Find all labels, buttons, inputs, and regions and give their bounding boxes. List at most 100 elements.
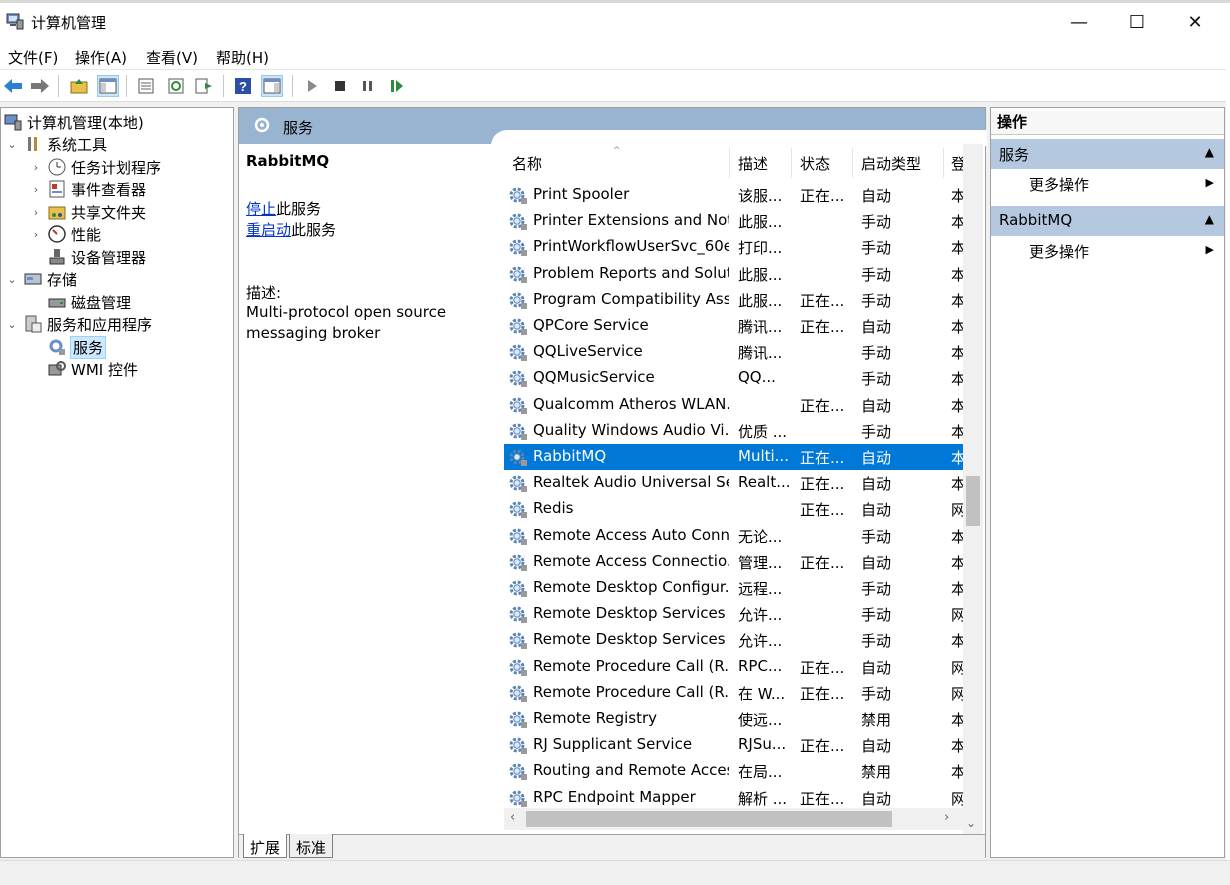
menu-file[interactable]: 文件(F)	[8, 47, 58, 68]
tab-standard[interactable]: 标准	[289, 834, 334, 858]
tree-event-viewer[interactable]: › 事件查看器	[29, 178, 146, 200]
collapse-up-icon[interactable]: ▲	[1205, 145, 1214, 159]
stop-service-icon[interactable]	[329, 75, 351, 97]
restart-service-icon[interactable]	[386, 75, 408, 97]
tree-device-manager[interactable]: 设备管理器	[47, 246, 146, 268]
column-divider[interactable]	[852, 148, 853, 178]
collapse-icon[interactable]: ⌄	[5, 273, 19, 286]
more-actions-services[interactable]: 更多操作	[1029, 174, 1089, 195]
column-divider[interactable]	[729, 148, 730, 178]
horizontal-scrollbar[interactable]: ‹ ›	[504, 808, 964, 830]
restart-service-link[interactable]: 重启动	[246, 221, 291, 239]
close-button[interactable]: ✕	[1166, 0, 1224, 44]
service-row[interactable]: PrintWorkflowUserSvc_60e... 打印... 手动本	[504, 234, 965, 260]
more-actions-rabbitmq[interactable]: 更多操作	[1029, 241, 1089, 262]
action-section-services[interactable]: 服务 ▲	[991, 139, 1224, 169]
service-row[interactable]: RabbitMQ Multi... 正在... 自动本	[504, 444, 965, 470]
service-row[interactable]: Realtek Audio Universal Se... Realt... 正在.…	[504, 470, 965, 496]
service-name: QQLiveService	[533, 342, 643, 361]
service-row[interactable]: Qualcomm Atheros WLAN... 正在... 自动本	[504, 392, 965, 418]
up-folder-icon[interactable]	[68, 75, 90, 97]
expand-icon[interactable]: ›	[29, 206, 43, 219]
stop-service-link[interactable]: 停止	[246, 200, 276, 218]
menu-view[interactable]: 查看(V)	[146, 47, 198, 68]
service-description: RJSu...	[738, 735, 787, 754]
export-list-icon[interactable]	[193, 75, 215, 97]
column-divider[interactable]	[943, 148, 944, 178]
vertical-scroll-thumb[interactable]	[966, 476, 980, 526]
service-row[interactable]: Remote Desktop Services ... 允许... 手动本	[504, 627, 965, 653]
toolbar-separator	[126, 75, 127, 97]
service-row[interactable]: Remote Registry 使远... 禁用本	[504, 706, 965, 732]
forward-arrow-icon[interactable]	[29, 75, 51, 97]
collapse-icon[interactable]: ⌄	[5, 138, 19, 151]
submenu-arrow-icon[interactable]: ▶	[1206, 243, 1214, 256]
service-row[interactable]: Remote Procedure Call (R... RPC... 正在... 自动…	[504, 654, 965, 680]
minimize-button[interactable]: —	[1050, 0, 1108, 44]
submenu-arrow-icon[interactable]: ▶	[1206, 176, 1214, 189]
service-row[interactable]: Problem Reports and Solut... 此服... 手动本	[504, 261, 965, 287]
service-startup-type: 手动	[861, 370, 892, 389]
service-row[interactable]: Remote Procedure Call (R... 在 W... 正在... 手动…	[504, 680, 965, 706]
service-row[interactable]: Routing and Remote Access 在局... 禁用本	[504, 758, 965, 784]
show-hide-tree-icon[interactable]	[97, 75, 119, 97]
tree-task-scheduler[interactable]: › 任务计划程序	[29, 156, 161, 178]
menu-action[interactable]: 操作(A)	[75, 47, 127, 68]
tree-services[interactable]: 服务	[47, 335, 107, 359]
scroll-left-icon[interactable]: ‹	[510, 810, 515, 825]
expand-icon[interactable]: ›	[29, 161, 43, 174]
expand-icon[interactable]: ›	[29, 228, 43, 241]
service-row[interactable]: RJ Supplicant Service RJSu... 正在... 自动本	[504, 732, 965, 758]
service-row[interactable]: Remote Desktop Services 允许... 手动网	[504, 601, 965, 627]
service-row[interactable]: RPC Endpoint Mapper 解析 ... 正在... 自动网	[504, 785, 965, 811]
service-name: Remote Access Auto Conn...	[533, 525, 729, 544]
service-startup-type: 手动	[861, 632, 892, 651]
help-icon[interactable]: ?	[232, 75, 254, 97]
horizontal-scroll-thumb[interactable]	[526, 811, 892, 827]
service-row[interactable]: Program Compatibility Assi... 此服... 正在... 手…	[504, 287, 965, 313]
action-section-rabbitmq[interactable]: RabbitMQ ▲	[991, 206, 1224, 236]
vertical-scrollbar[interactable]: ⌄	[963, 144, 983, 834]
tree-services-apps[interactable]: ⌄ 服务和应用程序	[5, 313, 152, 335]
properties-icon[interactable]	[135, 75, 157, 97]
service-row[interactable]: QQLiveService 腾讯... 手动本	[504, 339, 965, 365]
collapse-up-icon[interactable]: ▲	[1205, 212, 1214, 226]
service-name: PrintWorkflowUserSvc_60e...	[533, 237, 729, 256]
pause-service-icon[interactable]	[357, 75, 379, 97]
scroll-down-icon[interactable]: ⌄	[966, 816, 976, 830]
column-divider[interactable]	[791, 148, 792, 178]
column-header-description[interactable]: 描述	[738, 148, 768, 178]
action-pane-icon[interactable]	[261, 75, 283, 97]
start-service-icon[interactable]	[301, 75, 323, 97]
service-startup-type: 自动	[861, 475, 892, 494]
collapse-icon[interactable]: ⌄	[5, 318, 19, 331]
service-row[interactable]: Remote Access Auto Conn... 无论... 手动本	[504, 523, 965, 549]
service-row[interactable]: Redis 正在... 自动网	[504, 496, 965, 522]
service-row[interactable]: Print Spooler 该服... 正在... 自动本	[504, 182, 965, 208]
tree-root[interactable]: 计算机管理(本地)	[3, 111, 144, 133]
menu-help[interactable]: 帮助(H)	[216, 47, 269, 68]
service-gear-icon	[508, 185, 528, 205]
service-row[interactable]: Remote Desktop Configur... 远程... 手动本	[504, 575, 965, 601]
maximize-button[interactable]: ☐	[1108, 0, 1166, 44]
scroll-right-icon[interactable]: ›	[944, 810, 949, 825]
tree-performance[interactable]: › 性能	[29, 223, 101, 245]
column-header-startup-type[interactable]: 启动类型	[861, 148, 921, 178]
service-row[interactable]: Remote Access Connectio... 管理... 正在... 自动本	[504, 549, 965, 575]
refresh-icon[interactable]	[165, 75, 187, 97]
back-arrow-icon[interactable]	[2, 75, 24, 97]
service-row[interactable]: QPCore Service 腾讯... 正在... 自动本	[504, 313, 965, 339]
tree-storage[interactable]: ⌄ 存储	[5, 268, 77, 290]
expand-icon[interactable]: ›	[29, 183, 43, 196]
tree-shared-folders[interactable]: › 共享文件夹	[29, 201, 146, 223]
tree-system-tools[interactable]: ⌄ 系统工具	[5, 133, 107, 155]
service-gear-icon	[508, 578, 528, 598]
column-header-name[interactable]: 名称	[512, 148, 542, 178]
service-row[interactable]: Quality Windows Audio Vi... 优质 ... 手动本	[504, 418, 965, 444]
tree-wmi[interactable]: WMI 控件	[47, 358, 138, 380]
service-row[interactable]: QQMusicService QQ... 手动本	[504, 365, 965, 391]
column-header-status[interactable]: 状态	[800, 148, 830, 178]
tree-disk-management[interactable]: 磁盘管理	[47, 291, 131, 313]
tab-extended[interactable]: 扩展	[243, 834, 288, 858]
service-row[interactable]: Printer Extensions and Noti...此服...手动本	[504, 208, 965, 234]
